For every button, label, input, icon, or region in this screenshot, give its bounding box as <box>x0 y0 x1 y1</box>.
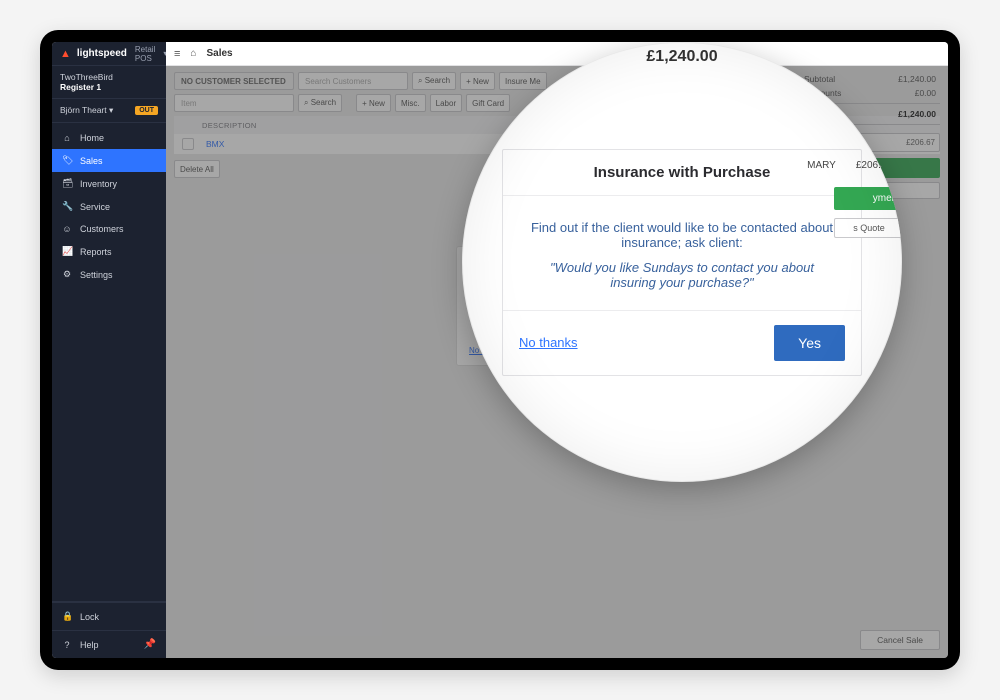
sidebar-item-inventory[interactable]: 🗃 Inventory <box>52 172 166 195</box>
tag-icon: 🏷 <box>62 155 72 166</box>
item-new-button[interactable]: + New <box>356 94 391 112</box>
help-button[interactable]: ? Help 📌 <box>52 630 166 658</box>
register-name: Register 1 <box>60 82 158 92</box>
breadcrumb-home-icon[interactable]: ⌂ <box>190 48 196 59</box>
flame-icon: ▲ <box>60 48 71 60</box>
sidebar: ▲ lightspeed Retail POS ▾ TwoThreeBird R… <box>52 42 166 658</box>
brand-module: Retail POS <box>135 45 155 63</box>
sidebar-item-service[interactable]: 🔧 Service <box>52 195 166 218</box>
insurance-modal: Insurance with Purchase Find out if the … <box>502 149 862 376</box>
sidebar-item-settings[interactable]: ⚙ Settings <box>52 263 166 286</box>
nav: ⌂ Home 🏷 Sales 🗃 Inventory 🔧 Service ☺ <box>52 123 166 601</box>
store-box[interactable]: TwoThreeBird Register 1 <box>52 66 166 99</box>
sidebar-item-label: Service <box>80 202 110 212</box>
brand-name: lightspeed <box>77 48 127 59</box>
menu-icon[interactable]: ≡ <box>174 48 180 60</box>
cancel-sale-button[interactable]: Cancel Sale <box>860 630 940 650</box>
magnifier-lens: £1,240.00 MARY £206.67 yment s Quote Ins… <box>462 42 902 482</box>
col-description: DESCRIPTION <box>202 121 257 130</box>
sidebar-item-sales[interactable]: 🏷 Sales <box>52 149 166 172</box>
row-description[interactable]: BMX <box>206 139 224 149</box>
gift-card-button[interactable]: Gift Card <box>466 94 510 112</box>
store-name: TwoThreeBird <box>60 72 158 82</box>
row-checkbox[interactable] <box>182 138 194 150</box>
no-thanks-link[interactable]: No thanks <box>519 335 578 350</box>
topbar: ≡ ⌂ Sales <box>166 42 948 66</box>
device-frame: ▲ lightspeed Retail POS ▾ TwoThreeBird R… <box>40 30 960 670</box>
wrench-icon: 🔧 <box>62 201 72 212</box>
sidebar-item-customers[interactable]: ☺ Customers <box>52 218 166 240</box>
modal-title: Insurance with Purchase <box>503 150 861 196</box>
sidebar-item-reports[interactable]: 📈 Reports <box>52 240 166 263</box>
help-icon: ? <box>62 640 72 650</box>
new-customer-button[interactable]: + New <box>460 72 495 90</box>
yes-button[interactable]: Yes <box>774 325 845 361</box>
modal-footer: No thanks Yes <box>503 310 861 375</box>
user-caret-icon: ▾ <box>109 105 113 115</box>
home-icon: ⌂ <box>62 133 72 143</box>
insure-me-button[interactable]: Insure Me <box>499 72 547 90</box>
modal-lead-text: Find out if the client would like to be … <box>529 220 835 250</box>
inventory-icon: 🗃 <box>62 178 72 189</box>
no-customer-chip: NO CUSTOMER SELECTED <box>174 72 294 90</box>
sidebar-item-label: Home <box>80 133 104 143</box>
lock-button[interactable]: 🔒 Lock <box>52 602 166 630</box>
lock-icon: 🔒 <box>62 611 72 622</box>
magnified-quote-button[interactable]: s Quote <box>834 218 902 238</box>
modal-quote-text: "Would you like Sundays to contact you a… <box>529 260 835 290</box>
pin-icon[interactable]: 📌 <box>144 639 156 650</box>
status-badge-out: OUT <box>135 106 158 115</box>
subtotal-value: £1,240.00 <box>898 74 936 84</box>
labor-button[interactable]: Labor <box>430 94 462 112</box>
item-input[interactable]: Item <box>174 94 294 112</box>
gear-icon: ⚙ <box>62 269 72 280</box>
user-name: Björn Theart <box>60 105 107 115</box>
breadcrumb-title: Sales <box>206 48 232 59</box>
app-screen: ▲ lightspeed Retail POS ▾ TwoThreeBird R… <box>52 42 948 658</box>
magnified-summary-label: MARY <box>807 160 836 171</box>
help-label: Help <box>80 640 99 650</box>
discounts-value: £0.00 <box>915 88 936 98</box>
magnified-summary-row: MARY £206.67 <box>807 160 892 171</box>
delete-all-button[interactable]: Delete All <box>174 160 220 178</box>
lock-label: Lock <box>80 612 99 622</box>
item-search-button[interactable]: ⌕ Search <box>298 94 342 112</box>
person-icon: ☺ <box>62 224 72 234</box>
user-box[interactable]: Björn Theart ▾ OUT <box>52 99 166 123</box>
sidebar-item-label: Settings <box>80 270 113 280</box>
chart-icon: 📈 <box>62 246 72 257</box>
sidebar-bottom: 🔒 Lock ? Help 📌 <box>52 601 166 658</box>
search-customers-input[interactable]: Search Customers <box>298 72 408 90</box>
brand-bar: ▲ lightspeed Retail POS ▾ <box>52 42 166 66</box>
misc-button[interactable]: Misc. <box>395 94 426 112</box>
sidebar-item-label: Reports <box>80 247 112 257</box>
search-customers-button[interactable]: ⌕ Search <box>412 72 456 90</box>
modal-body: Find out if the client would like to be … <box>503 196 861 310</box>
magnified-right-panel: yment s Quote <box>834 187 902 238</box>
sidebar-item-label: Sales <box>80 156 103 166</box>
magnified-summary-value: £206.67 <box>856 160 892 171</box>
magnified-payment-button[interactable]: yment <box>834 187 902 210</box>
sidebar-item-label: Customers <box>80 224 124 234</box>
total-value: £1,240.00 <box>898 109 936 119</box>
magnified-total: £1,240.00 <box>646 48 717 66</box>
summary-value: £206.67 <box>906 138 935 147</box>
sidebar-item-label: Inventory <box>80 179 117 189</box>
sidebar-item-home[interactable]: ⌂ Home <box>52 127 166 149</box>
